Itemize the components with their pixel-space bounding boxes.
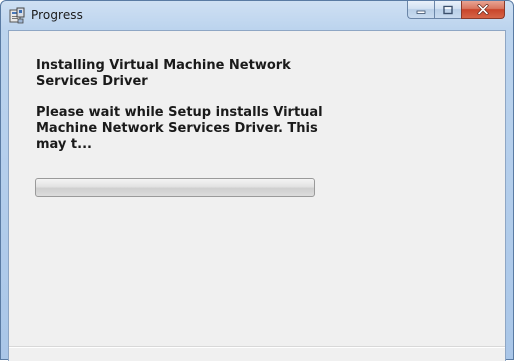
- minimize-icon: [416, 10, 426, 14]
- dialog-body: Installing Virtual Machine Network Servi…: [8, 30, 506, 361]
- install-heading: Installing Virtual Machine Network Servi…: [36, 58, 291, 89]
- caption-buttons: [407, 1, 505, 20]
- minimize-button[interactable]: [407, 1, 434, 19]
- install-progress-bar: [35, 178, 315, 197]
- close-icon: [477, 4, 489, 15]
- close-button[interactable]: [461, 1, 505, 19]
- maximize-button[interactable]: [434, 1, 461, 19]
- progress-window: Progress Installing Virtual Machine Netw…: [0, 0, 514, 361]
- setup-installer-icon: [9, 7, 25, 24]
- window-title: Progress: [31, 8, 84, 22]
- footer-divider-highlight: [9, 347, 505, 348]
- install-description: Please wait while Setup installs Virtual…: [36, 105, 323, 152]
- title-bar[interactable]: Progress: [1, 1, 513, 30]
- maximize-icon: [443, 5, 453, 14]
